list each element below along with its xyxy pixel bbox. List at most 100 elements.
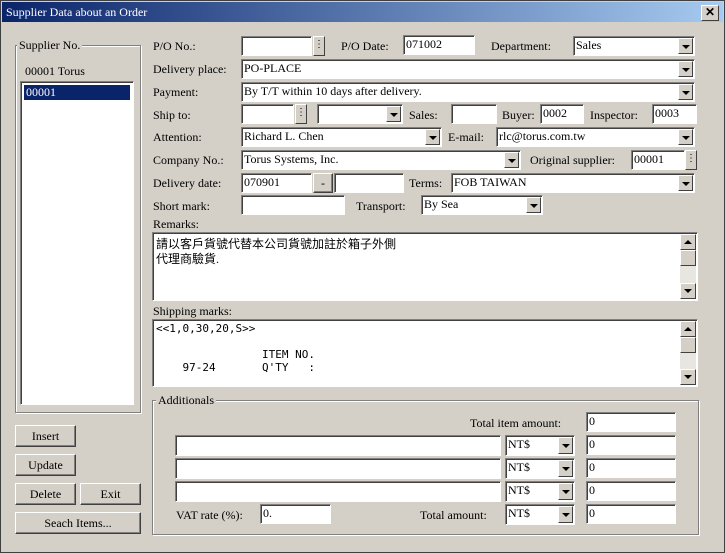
buyer-input[interactable]: 0002 bbox=[540, 104, 584, 124]
department-select[interactable]: Sales bbox=[573, 36, 695, 56]
delivery-date-from-input[interactable]: 070901 bbox=[241, 173, 312, 193]
supplier-group-label: Supplier No. bbox=[17, 38, 83, 53]
scroll-down-icon[interactable] bbox=[680, 283, 696, 299]
terms-select[interactable]: FOB TAIWAN bbox=[451, 173, 695, 193]
total-amount-currency-select[interactable]: NT$ bbox=[505, 504, 575, 525]
close-button[interactable]: ✕ bbox=[701, 5, 719, 21]
total-item-amount-label: Total item amount: bbox=[470, 416, 562, 430]
additional-currency-select[interactable]: NT$ bbox=[505, 481, 575, 502]
po-date-input[interactable]: 071002 bbox=[403, 35, 475, 55]
chevron-down-icon[interactable] bbox=[504, 152, 519, 168]
date-separator-button[interactable]: - bbox=[313, 173, 333, 193]
additional-currency-select[interactable]: NT$ bbox=[505, 458, 575, 479]
short-mark-input[interactable] bbox=[241, 195, 345, 215]
transport-select[interactable]: By Sea bbox=[421, 195, 543, 215]
supplier-list[interactable]: 00001 bbox=[20, 81, 134, 405]
delivery-place-select[interactable]: PO-PLACE bbox=[241, 59, 695, 79]
email-label: E-mail: bbox=[448, 130, 484, 144]
insert-button[interactable]: Insert bbox=[15, 425, 76, 447]
company-no-select[interactable]: Torus Systems, Inc. bbox=[241, 150, 521, 170]
update-button[interactable]: Update bbox=[15, 454, 76, 476]
chevron-down-icon[interactable] bbox=[678, 84, 693, 100]
chevron-down-icon[interactable] bbox=[526, 197, 541, 213]
scroll-up-icon[interactable] bbox=[680, 234, 696, 250]
scroll-down-icon[interactable] bbox=[680, 369, 696, 385]
department-value: Sales bbox=[576, 38, 602, 52]
po-no-label: P/O No.: bbox=[153, 39, 196, 53]
delivery-date-to-input[interactable] bbox=[334, 173, 404, 193]
scroll-up-icon[interactable] bbox=[680, 321, 696, 337]
chevron-down-icon[interactable] bbox=[386, 106, 401, 122]
shipping-marks-line: <<1,0,30,20,S>> bbox=[156, 322, 256, 335]
additional-amount-input[interactable]: 0 bbox=[586, 435, 676, 455]
additional-amount-input[interactable]: 0 bbox=[586, 458, 676, 478]
chevron-down-icon[interactable] bbox=[558, 506, 573, 523]
email-value: rlc@torus.com.tw bbox=[499, 129, 586, 143]
delete-button[interactable]: Delete bbox=[15, 483, 76, 505]
shipping-marks-line: ITEM NO. bbox=[156, 348, 315, 361]
currency-value: NT$ bbox=[508, 483, 530, 497]
company-no-value: Torus Systems, Inc. bbox=[244, 152, 339, 166]
remarks-textarea[interactable]: 請以客戶貨號代替本公司貨號加註於箱子外側 代理商驗貨. bbox=[152, 232, 698, 301]
chevron-down-icon[interactable] bbox=[425, 129, 440, 145]
original-supplier-input[interactable]: 00001 bbox=[631, 150, 685, 170]
scroll-thumb[interactable] bbox=[680, 337, 696, 353]
title-bar[interactable]: Supplier Data about an Order ✕ bbox=[2, 2, 723, 22]
delivery-place-value: PO-PLACE bbox=[244, 61, 302, 75]
chevron-down-icon[interactable] bbox=[558, 483, 573, 500]
po-no-input[interactable] bbox=[241, 36, 312, 56]
list-item[interactable]: 00001 bbox=[24, 85, 130, 100]
supplier-display: 00001 Torus bbox=[25, 64, 85, 78]
transport-value: By Sea bbox=[424, 197, 459, 211]
chevron-down-icon[interactable] bbox=[678, 38, 693, 54]
attention-label: Attention: bbox=[153, 130, 202, 144]
shipping-marks-textarea[interactable]: <<1,0,30,20,S>> ITEM NO. 97-24 Q'TY : bbox=[152, 319, 698, 387]
chevron-down-icon[interactable] bbox=[678, 175, 693, 191]
payment-select[interactable]: By T/T within 10 days after delivery. bbox=[241, 82, 695, 102]
vat-rate-label: VAT rate (%): bbox=[176, 508, 243, 522]
currency-value: NT$ bbox=[508, 460, 530, 474]
shipping-marks-line: 97-24 Q'TY : bbox=[156, 361, 315, 374]
terms-label: Terms: bbox=[409, 176, 443, 190]
vat-rate-input[interactable]: 0. bbox=[260, 504, 331, 524]
additional-desc-input[interactable] bbox=[175, 458, 501, 479]
total-item-amount-input[interactable]: 0 bbox=[586, 412, 676, 432]
company-no-label: Company No.: bbox=[153, 153, 224, 167]
exit-button[interactable]: Exit bbox=[80, 483, 141, 505]
currency-value: NT$ bbox=[508, 506, 530, 520]
terms-value: FOB TAIWAN bbox=[454, 175, 527, 189]
ship-to-select[interactable] bbox=[317, 104, 403, 124]
remarks-scrollbar[interactable] bbox=[680, 234, 696, 299]
sales-input[interactable] bbox=[451, 104, 497, 124]
ship-to-label: Ship to: bbox=[153, 108, 191, 122]
attention-value: Richard L. Chen bbox=[244, 129, 324, 143]
chevron-down-icon[interactable] bbox=[678, 129, 693, 145]
window-title: Supplier Data about an Order bbox=[6, 5, 148, 19]
shipping-marks-scrollbar[interactable] bbox=[680, 321, 696, 385]
payment-label: Payment: bbox=[153, 85, 199, 99]
inspector-label: Inspector: bbox=[590, 108, 638, 122]
chevron-down-icon[interactable] bbox=[678, 61, 693, 77]
original-supplier-label: Original supplier: bbox=[530, 153, 615, 167]
total-amount-input[interactable]: 0 bbox=[586, 504, 676, 524]
additional-currency-select[interactable]: NT$ bbox=[505, 435, 575, 456]
additional-amount-input[interactable]: 0 bbox=[586, 481, 676, 501]
additional-desc-input[interactable] bbox=[175, 481, 501, 502]
inspector-input[interactable]: 0003 bbox=[652, 104, 697, 124]
po-no-spin[interactable]: ⋮ bbox=[313, 36, 325, 56]
email-select[interactable]: rlc@torus.com.tw bbox=[496, 127, 695, 147]
ship-to-input[interactable] bbox=[241, 104, 294, 124]
ship-to-spin[interactable]: ⋮ bbox=[295, 104, 307, 124]
buyer-label: Buyer: bbox=[502, 108, 535, 122]
dialog-window: Supplier Data about an Order ✕ Supplier … bbox=[0, 0, 725, 553]
shipping-marks-label: Shipping marks: bbox=[153, 304, 233, 318]
original-supplier-spin[interactable]: ⋮ bbox=[685, 150, 697, 170]
additional-desc-input[interactable] bbox=[175, 435, 501, 456]
chevron-down-icon[interactable] bbox=[558, 460, 573, 477]
short-mark-label: Short mark: bbox=[153, 199, 210, 213]
scroll-thumb[interactable] bbox=[680, 250, 696, 266]
attention-select[interactable]: Richard L. Chen bbox=[241, 127, 442, 147]
search-items-button[interactable]: Seach Items... bbox=[15, 512, 141, 534]
remarks-line: 代理商驗貨. bbox=[156, 252, 220, 266]
chevron-down-icon[interactable] bbox=[558, 437, 573, 454]
